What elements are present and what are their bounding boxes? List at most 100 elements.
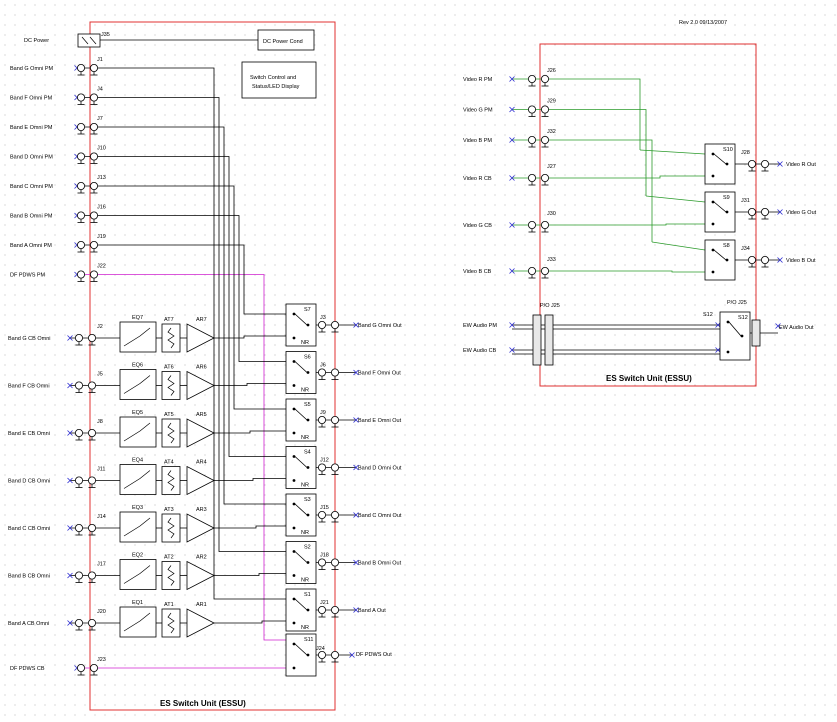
essu-left-title: ES Switch Unit (ESSU): [160, 699, 246, 708]
switch-contact: [292, 642, 296, 646]
cb-out-jack-label: J21: [320, 600, 329, 606]
pm-input-jack: [77, 93, 99, 105]
pm-input-jack: [77, 64, 99, 76]
jack-circle: [77, 181, 86, 190]
equalizer-label: EQ5: [132, 410, 143, 416]
jack-circle: [90, 240, 99, 249]
switch-label: S1: [304, 592, 311, 598]
jack-circle: [330, 558, 339, 567]
cb-amp-out-wire: [214, 430, 286, 434]
video-output-label: Video R Out: [786, 162, 816, 168]
jack-circle: [77, 664, 86, 673]
cb-output-label: Band A Out: [358, 608, 386, 614]
switch-contact: [292, 597, 296, 601]
switch-control-label: Status/LED Display: [252, 84, 300, 90]
jack-circle: [761, 159, 770, 168]
jack-circle: [330, 320, 339, 329]
switch-label: S3: [304, 497, 311, 503]
video-pm-to-switch: [651, 241, 706, 251]
jack-circle: [541, 105, 550, 114]
cb-amp-out-wire: [214, 573, 286, 576]
switch-contact: [306, 653, 310, 657]
amplifier-triangle: [186, 513, 215, 543]
switch-control-label: Switch Control and: [250, 75, 296, 81]
pm-input-label: Band D Omni PM: [10, 155, 53, 161]
jack-circle: [90, 664, 99, 673]
switch-contact: [292, 526, 296, 530]
switch-contact: [306, 561, 310, 564]
switch-contact: [711, 152, 715, 156]
video-cb-jack-label: J33: [547, 257, 556, 263]
switch-label: S2: [304, 545, 311, 551]
pm-input-label: Band B Omni PM: [10, 214, 53, 220]
jack-circle: [330, 510, 339, 519]
cb-out-jack-label: J12: [320, 458, 329, 464]
switch-label: S5: [304, 402, 311, 408]
cb-output-jack: [317, 463, 339, 475]
video-cb-to-switch: [512, 223, 705, 226]
switch-contact: [711, 200, 715, 204]
jack-circle: [90, 270, 99, 279]
switch-contact: [292, 455, 296, 458]
dc-jack-label: J35: [101, 32, 110, 38]
pm-input-jack: [77, 211, 99, 223]
cb-input-jack: [75, 571, 97, 583]
equalizer-label: EQ6: [132, 363, 143, 369]
cb-output-jack: [317, 415, 339, 428]
jack-circle: [77, 211, 86, 220]
cb-amp-out-wire: [214, 383, 286, 386]
pm-input-jack: [77, 152, 99, 164]
switch-contact: [292, 550, 296, 553]
switch-pole-label: NR: [301, 435, 309, 441]
amplifier-label: AR1: [196, 602, 207, 608]
jack-circle: [90, 123, 99, 132]
cb-output-label: Band B Omni Out: [358, 561, 402, 567]
video-cb-jack: [528, 220, 550, 233]
jack-circle: [317, 651, 326, 660]
audio-cb-label: EW Audio CB: [463, 348, 497, 354]
cb-jack-label: J14: [97, 514, 106, 520]
jack-circle: [541, 266, 550, 275]
jack-circle: [75, 381, 84, 390]
jack-circle: [90, 181, 99, 190]
switch-contact: [292, 666, 296, 670]
cb-jack-label: J11: [97, 467, 105, 473]
cb-amp-out-wire: [214, 620, 286, 624]
audio-pm-label: EW Audio PM: [463, 323, 497, 329]
dc-connector-box: [77, 33, 101, 48]
jack-circle: [75, 571, 84, 580]
cb-jack-label: J2: [97, 324, 103, 330]
video-pm-label: Video R PM: [463, 77, 493, 83]
video-cb-label: Video R CB: [463, 176, 492, 182]
video-cb-to-switch: [512, 270, 705, 273]
amplifier-triangle: [186, 323, 215, 353]
video-cb-jack-label: J30: [547, 211, 556, 217]
attenuator-label: AT6: [164, 365, 174, 371]
video-switch: [704, 239, 736, 281]
switch-contact: [306, 513, 310, 517]
switch-contact: [292, 360, 296, 363]
jack-circle: [75, 524, 84, 533]
pm-jack-label: J10: [97, 146, 106, 152]
switch-label: S10: [723, 147, 733, 153]
jack-circle: [88, 619, 97, 628]
pm-feed-wire: [77, 185, 235, 196]
video-cb-to-switch: [512, 175, 705, 179]
pm-jack-label: J7: [97, 116, 103, 122]
video-cb-label: Video G CB: [463, 223, 492, 229]
cb-output-label: Band G Omni Out: [358, 323, 402, 329]
jack-circle: [317, 463, 326, 472]
video-out-jack-label: J34: [741, 246, 750, 252]
pm-input-label: Band C Omni PM: [10, 184, 53, 190]
amplifier-label: AR6: [196, 365, 207, 371]
amplifier-triangle: [186, 560, 215, 591]
pm-feed-wire: [77, 126, 225, 137]
video-pm-jack-label: J29: [547, 99, 556, 105]
cb-input-jack: [75, 381, 97, 393]
jack-circle: [90, 93, 99, 102]
jack-circle: [88, 524, 97, 533]
switch-body: [704, 191, 736, 233]
video-switch: [704, 191, 736, 233]
df-output-jack: [317, 651, 339, 663]
jack-circle: [528, 135, 537, 144]
